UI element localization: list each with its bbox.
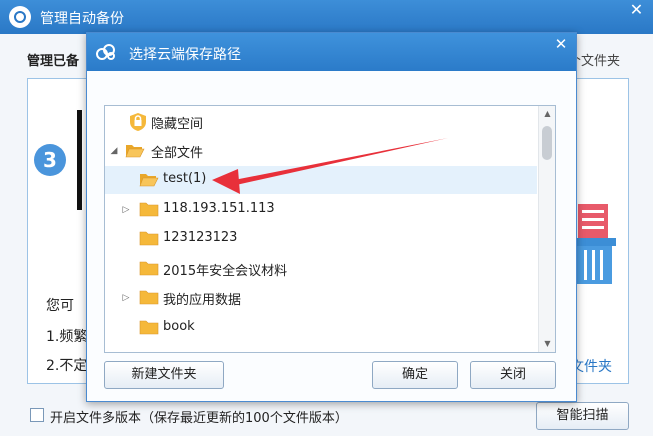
folder-open-icon <box>139 174 159 187</box>
tree-item-label: 全部文件 <box>151 146 204 161</box>
tree-item-label: 我的应用数据 <box>163 293 242 308</box>
bg-titlebar: 管理自动备份 ✕ <box>0 0 653 34</box>
folder-tree[interactable]: 隐藏空间 ◢ 全部文件 test(1) ▷ 118.193.151.113 12… <box>104 105 556 353</box>
app-gear-icon <box>9 6 31 28</box>
multi-version-checkbox[interactable] <box>30 408 44 422</box>
bg-image-edge <box>77 110 82 210</box>
step-number-badge: 3 <box>34 144 66 176</box>
cloud-logo-icon <box>96 44 115 60</box>
scroll-down-icon[interactable]: ▼ <box>539 336 555 352</box>
bg-window-title: 管理自动备份 <box>40 11 124 27</box>
bg-text-line-1: 您可 <box>46 298 74 314</box>
folder-icon <box>139 261 159 276</box>
smart-scan-button[interactable]: 智能扫描 <box>536 402 629 430</box>
bg-heading: 管理已备 <box>27 54 80 69</box>
new-folder-button[interactable]: 新建文件夹 <box>104 361 224 389</box>
dialog-close-icon[interactable]: ✕ <box>549 35 573 55</box>
scroll-thumb[interactable] <box>542 126 552 160</box>
close-button[interactable]: 关闭 <box>470 361 556 389</box>
trash-can-shape <box>576 246 612 284</box>
bg-text-line-3: 2.不定 <box>46 358 88 374</box>
tree-item-label: 123123123 <box>163 230 238 245</box>
confirm-button[interactable]: 确定 <box>372 361 458 389</box>
collapsed-arrow-icon[interactable]: ▷ <box>121 292 131 304</box>
bg-text-line-2: 1.频繁 <box>46 329 88 345</box>
trash-illustration-icon <box>572 204 616 284</box>
folder-icon <box>139 320 159 335</box>
tree-item-book[interactable]: book <box>105 314 537 342</box>
scroll-up-icon[interactable]: ▲ <box>539 106 555 122</box>
folder-icon <box>139 290 159 305</box>
folder-icon <box>139 231 159 246</box>
folder-open-icon <box>125 145 145 158</box>
bg-close-icon[interactable]: ✕ <box>620 0 653 22</box>
tree-item-test-1[interactable]: test(1) <box>105 166 537 194</box>
expanded-arrow-icon[interactable]: ◢ <box>109 145 119 157</box>
collapsed-arrow-icon[interactable]: ▷ <box>121 204 131 216</box>
tree-item-2015-security-meeting[interactable]: 2015年安全会议材料 <box>105 255 537 283</box>
tree-item-123123123[interactable]: 123123123 <box>105 225 537 253</box>
tree-item-label: test(1) <box>163 171 207 186</box>
paper-shape <box>578 204 608 242</box>
dialog-titlebar: 选择云端保存路径 ✕ <box>87 33 576 71</box>
folder-icon <box>139 202 159 217</box>
tree-item-label: book <box>163 319 195 334</box>
tree-item-118-193-151-113[interactable]: ▷ 118.193.151.113 <box>105 196 537 224</box>
tree-item-label: 隐藏空间 <box>151 117 204 132</box>
dialog-title: 选择云端保存路径 <box>129 47 241 63</box>
tree-item-label: 118.193.151.113 <box>163 201 275 216</box>
multi-version-label: 开启文件多版本（保存最近更新的100个文件版本） <box>50 411 348 426</box>
tree-item-hidden-space[interactable]: 隐藏空间 <box>105 108 537 136</box>
trash-lid-shape <box>572 238 616 246</box>
tree-item-my-app-data[interactable]: ▷ 我的应用数据 <box>105 284 537 312</box>
tree-scrollbar[interactable]: ▲ ▼ <box>538 106 555 352</box>
select-cloud-path-dialog: 选择云端保存路径 ✕ 隐藏空间 ◢ 全部文件 test(1) ▷ 118.193… <box>86 32 577 402</box>
tree-item-label: 2015年安全会议材料 <box>163 264 288 279</box>
tree-item-all-files[interactable]: ◢ 全部文件 <box>105 137 537 165</box>
lock-shield-icon <box>130 113 146 131</box>
